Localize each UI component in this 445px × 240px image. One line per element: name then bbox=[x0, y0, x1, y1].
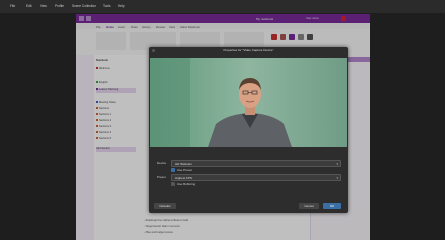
menu-scene-collection[interactable]: Scene Collection bbox=[72, 4, 96, 8]
preset-label: Preset bbox=[157, 175, 166, 179]
menu-tools[interactable]: Tools bbox=[103, 4, 110, 8]
menu-help[interactable]: Help bbox=[118, 4, 125, 8]
dialog-title: Properties for "Video Capture Device" bbox=[223, 48, 274, 52]
menu-edit[interactable]: Edit bbox=[26, 4, 32, 8]
menu-profile[interactable]: Profile bbox=[55, 4, 64, 8]
defaults-button[interactable]: Defaults bbox=[154, 203, 176, 209]
use-buffering-label: Use Buffering bbox=[177, 182, 196, 186]
webcam-preview-image bbox=[150, 58, 347, 147]
app-menubar: File Edit View Profile Scene Collection … bbox=[0, 0, 445, 13]
use-preset-checkbox[interactable] bbox=[171, 168, 175, 172]
ok-button[interactable]: OK bbox=[323, 203, 341, 209]
webcam-preview bbox=[150, 58, 347, 147]
use-preset-label: Use Preset bbox=[177, 168, 192, 172]
menu-file[interactable]: File bbox=[10, 4, 15, 8]
video-capture-properties-dialog: Properties for "Video Capture Device" De… bbox=[149, 47, 348, 213]
menu-view[interactable]: View bbox=[40, 4, 47, 8]
preset-select[interactable]: Highest FPS ▾ bbox=[171, 174, 341, 181]
device-label: Device bbox=[157, 161, 167, 165]
cancel-button[interactable]: Cancel bbox=[299, 203, 319, 209]
chevron-down-icon: ▾ bbox=[336, 161, 338, 166]
use-buffering-checkbox[interactable] bbox=[171, 182, 175, 186]
chevron-down-icon: ▾ bbox=[336, 175, 338, 180]
device-select[interactable]: HD Webcam ▾ bbox=[171, 160, 341, 167]
